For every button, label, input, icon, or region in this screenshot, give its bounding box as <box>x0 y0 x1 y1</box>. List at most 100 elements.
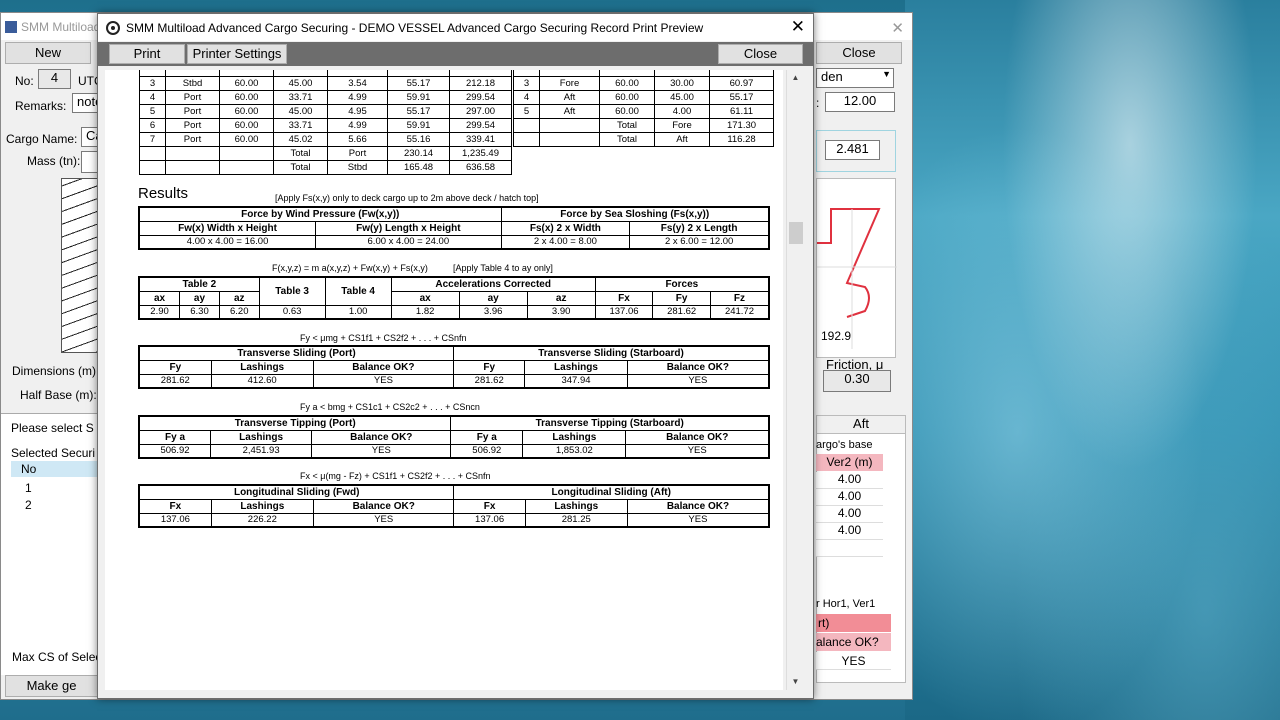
totals-cell: Total <box>599 132 655 147</box>
value-cell: YES <box>311 443 452 459</box>
table2-header: Table 2 <box>138 276 260 292</box>
preview-toolbar: Print Printer Settings Close <box>98 42 813 66</box>
vertical-scrollbar[interactable]: ▲ ▼ <box>786 70 804 690</box>
table-cell: 212.18 <box>449 76 512 91</box>
value-cell: 137.06 <box>453 512 526 528</box>
table-cell: 4.95 <box>327 104 388 119</box>
cargo-name-field[interactable]: Ca <box>81 127 98 147</box>
table-row: 5 Aft 60.00 4.00 61.11 <box>513 104 774 119</box>
totals-cell: 636.58 <box>449 160 512 175</box>
column-header: Lashings <box>210 429 313 445</box>
bg-close-button[interactable]: Close <box>816 42 902 64</box>
totals-cell: Aft <box>654 132 710 147</box>
fwy-header: Fw(y) Length x Height <box>315 220 502 236</box>
fsx-header: Fs(x) 2 x Width <box>500 220 631 236</box>
printer-settings-button[interactable]: Printer Settings <box>187 44 287 64</box>
column-header: Lashings <box>524 359 628 375</box>
totals-cell: 165.48 <box>387 160 450 175</box>
new-button[interactable]: New <box>5 42 91 64</box>
scroll-down-icon[interactable]: ▼ <box>787 674 804 690</box>
ver2-cell-5[interactable] <box>816 540 883 557</box>
tab-aft[interactable]: Aft <box>816 415 906 433</box>
ver2-cell-2[interactable]: 4.00 <box>816 489 883 506</box>
table-cell: 4 <box>139 90 166 105</box>
totals-row: Total Stbd 165.48 636.58 <box>139 160 512 175</box>
dimensions-label: Dimensions (m): <box>12 364 100 378</box>
eye-icon <box>106 20 120 35</box>
column-header: Lashings <box>522 429 627 445</box>
bg-close-icon[interactable]: ✕ <box>891 19 904 37</box>
securing-row-1[interactable]: 1 <box>25 481 32 495</box>
formula-tipping: Fy a < bmg + CS1c1 + CS2c2 + . . . + CSn… <box>300 402 480 412</box>
table-cell: 60.00 <box>599 104 655 119</box>
close-icon[interactable]: ✕ <box>791 17 805 37</box>
ver2-cell-3[interactable]: 4.00 <box>816 506 883 523</box>
fsx-value: 2 x 4.00 = 8.00 <box>500 234 631 250</box>
wind-sloshing-table: Force by Wind Pressure (Fw(x,y)) Force by… <box>138 206 770 250</box>
value-cell: 137.06 <box>138 512 212 528</box>
right-combo[interactable]: den ▼ <box>816 68 894 88</box>
empty-cell <box>513 132 540 147</box>
table-cell: 60.00 <box>599 90 655 105</box>
make-button[interactable]: Make ge <box>5 675 98 697</box>
table-cell: Aft <box>539 90 600 105</box>
securing-row-2[interactable]: 2 <box>25 498 32 512</box>
table-cell: 60.00 <box>599 76 655 91</box>
remarks-field[interactable]: note <box>72 93 98 113</box>
mass-field[interactable] <box>81 151 98 173</box>
combo-value: den <box>821 69 843 84</box>
column-header: Fy a <box>138 429 212 445</box>
longitudinal-sliding-table: Longitudinal Sliding (Fwd) Longitudinal S… <box>138 484 770 528</box>
az-corr-value: 3.90 <box>526 304 596 320</box>
preview-page: 3 Stbd 60.00 45.00 3.54 55.17 212.18 4 Port 60.00… <box>105 70 783 690</box>
table3-header: Table 3 <box>258 276 326 306</box>
table-cell: 299.54 <box>449 118 512 133</box>
securing-table-header: No <box>11 461 98 477</box>
table-cell: 45.02 <box>273 132 328 147</box>
table-cell: 3 <box>513 76 540 91</box>
table-cell: 339.41 <box>449 132 512 147</box>
totals-row: Total Fore 171.30 <box>513 118 774 133</box>
value-2481-field[interactable]: 2.481 <box>825 140 880 160</box>
mass-label: Mass (tn): <box>27 154 81 168</box>
value-cell: 2,451.93 <box>210 443 313 459</box>
table-cell: Port <box>165 132 220 147</box>
az-header: az <box>218 290 260 306</box>
table-row: 3 Stbd 60.00 45.00 3.54 55.17 212.18 <box>139 76 512 91</box>
no-field[interactable]: 4 <box>38 69 71 89</box>
halfbase-label: Half Base (m): <box>20 388 97 402</box>
ay-corr-value: 3.96 <box>458 304 528 320</box>
value-cell: YES <box>312 512 455 528</box>
value-cell: YES <box>626 373 770 389</box>
section-header-left: Transverse Tipping (Port) <box>138 415 452 431</box>
print-button[interactable]: Print <box>109 44 185 64</box>
fwx-header: Fw(x) Width x Height <box>138 220 317 236</box>
friction-field[interactable]: 0.30 <box>823 370 891 392</box>
fz-value: 241.72 <box>709 304 770 320</box>
table-cell: 4.00 <box>654 104 710 119</box>
section-header-right: Longitudinal Sliding (Aft) <box>453 484 770 500</box>
table-cell: 60.00 <box>219 76 274 91</box>
section-header-left: Transverse Sliding (Port) <box>138 345 455 361</box>
table-cell: 60.00 <box>219 118 274 133</box>
column-header: Fx <box>138 498 212 514</box>
section-header-right: Transverse Tipping (Starboard) <box>450 415 770 431</box>
value-cell: 281.25 <box>524 512 628 528</box>
wind-header: Force by Wind Pressure (Fw(x,y)) <box>138 206 502 222</box>
totals-row: Total Aft 116.28 <box>513 132 774 147</box>
fwy-value: 6.00 x 4.00 = 24.00 <box>315 234 502 250</box>
totals-cell: Total <box>273 160 328 175</box>
scroll-up-icon[interactable]: ▲ <box>787 70 804 86</box>
table-cell: Fore <box>539 76 600 91</box>
transverse-lashing-table: 3 Stbd 60.00 45.00 3.54 55.17 212.18 4 Port 60.00… <box>139 70 512 175</box>
fz-header: Fz <box>709 290 770 306</box>
ver2-cell-4[interactable]: 4.00 <box>816 523 883 540</box>
empty-cell <box>513 118 540 133</box>
ay-value: 6.30 <box>179 304 220 320</box>
preview-close-button[interactable]: Close <box>718 44 803 64</box>
acc-corrected-header: Accelerations Corrected <box>390 276 596 292</box>
ver2-cell-1[interactable]: 4.00 <box>816 472 883 489</box>
value-12-field[interactable]: 12.00 <box>825 92 895 112</box>
scroll-thumb[interactable] <box>789 222 803 244</box>
column-header: Fx <box>453 498 526 514</box>
